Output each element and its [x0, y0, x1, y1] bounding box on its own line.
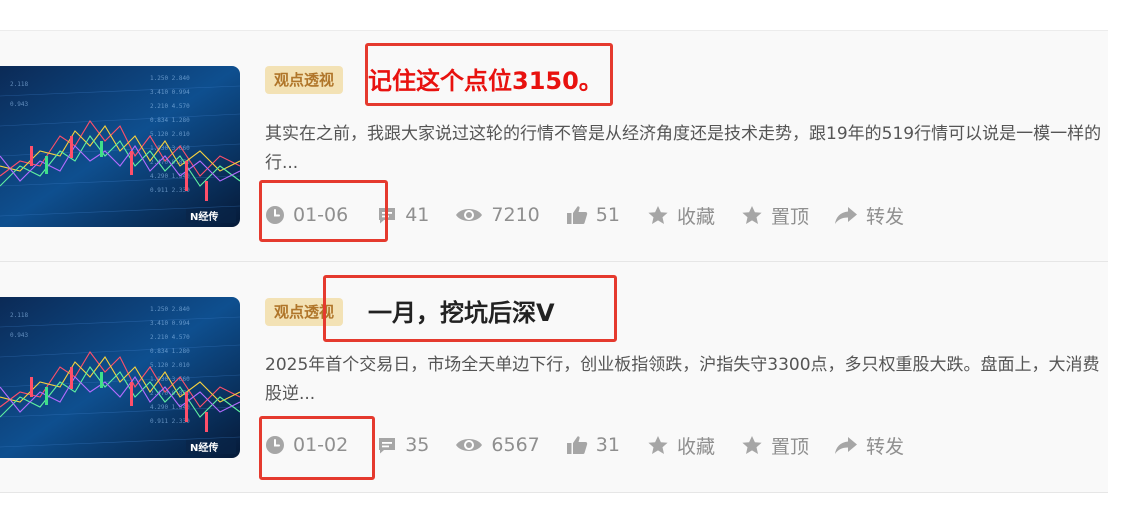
svg-text:3.410 0.994: 3.410 0.994: [150, 320, 190, 327]
svg-text:2.210 4.570: 2.210 4.570: [150, 103, 190, 110]
pin-button[interactable]: 置顶: [741, 432, 809, 459]
article-card[interactable]: 1.250 2.840 3.410 0.994 2.210 4.570 0.83…: [0, 31, 1108, 262]
likes-meta[interactable]: 51: [566, 204, 620, 226]
svg-text:0.911 2.330: 0.911 2.330: [150, 418, 190, 425]
article-summary: 其实在之前，我跟大家说过这轮的行情不管是从经济角度还是技术走势，跟19年的519…: [265, 124, 1102, 173]
favorite-button[interactable]: 收藏: [647, 432, 715, 459]
favorite-label: 收藏: [676, 435, 715, 458]
view-count: 7210: [491, 204, 540, 226]
views-meta: 6567: [455, 434, 540, 456]
svg-text:0.834 1.280: 0.834 1.280: [150, 117, 190, 124]
article-list-page: 1.250 2.840 3.410 0.994 2.210 4.570 0.83…: [0, 0, 1133, 506]
share-button[interactable]: 转发: [834, 202, 904, 229]
svg-text:2.210 4.570: 2.210 4.570: [150, 334, 190, 341]
share-label: 转发: [865, 205, 904, 228]
share-button[interactable]: 转发: [834, 432, 904, 459]
favorite-label: 收藏: [676, 205, 715, 228]
comments-meta[interactable]: 35: [377, 434, 429, 456]
date-text: 01-02: [293, 434, 349, 456]
clock-icon: [266, 436, 284, 454]
share-arrow-icon: [834, 207, 857, 224]
svg-text:4.290 1.540: 4.290 1.540: [150, 404, 190, 411]
pin-label: 置顶: [770, 435, 809, 458]
thumbs-up-icon: [566, 436, 587, 454]
star-icon: [742, 436, 762, 454]
stock-chart-image: 1.250 2.840 3.410 0.994 2.210 4.570 0.83…: [0, 66, 240, 227]
likes-meta[interactable]: 31: [566, 434, 620, 456]
like-count: 51: [595, 204, 620, 226]
svg-text:0.943: 0.943: [10, 332, 28, 339]
category-tag[interactable]: 观点透视: [265, 298, 344, 326]
article-thumbnail[interactable]: 1.250 2.840 3.410 0.994 2.210 4.570 0.83…: [0, 297, 240, 458]
svg-text:3.410 0.994: 3.410 0.994: [150, 89, 190, 96]
svg-text:2.118: 2.118: [10, 312, 28, 319]
watermark-logo: N经传: [186, 209, 236, 223]
article-title[interactable]: 一月，挖坑后深V: [368, 298, 555, 328]
clock-icon: [266, 206, 284, 224]
svg-text:0.943: 0.943: [10, 101, 28, 108]
views-meta: 7210: [455, 204, 540, 226]
article-thumbnail[interactable]: 1.250 2.840 3.410 0.994 2.210 4.570 0.83…: [0, 66, 240, 227]
article-title[interactable]: 记住这个点位3150。: [368, 66, 603, 96]
comment-icon: [379, 438, 396, 454]
date-text: 01-06: [293, 204, 349, 226]
svg-text:1.250 2.840: 1.250 2.840: [150, 75, 190, 82]
category-tag[interactable]: 观点透视: [265, 66, 344, 94]
article-meta: 01-06 41 7210 51 收藏 置顶 转发: [265, 200, 904, 230]
comments-meta[interactable]: 41: [377, 204, 429, 226]
date-meta: 01-02: [265, 434, 348, 456]
stock-chart-image: 1.250 2.840 3.410 0.994 2.210 4.570 0.83…: [0, 297, 240, 458]
article-card[interactable]: 1.250 2.840 3.410 0.994 2.210 4.570 0.83…: [0, 262, 1108, 493]
article-summary: 2025年首个交易日，市场全天单边下行，创业板指领跌，沪指失守3300点，多只权…: [265, 355, 1100, 404]
share-label: 转发: [865, 435, 904, 458]
eye-icon: [456, 209, 483, 221]
comment-icon: [379, 208, 396, 224]
svg-text:1.250 2.840: 1.250 2.840: [150, 306, 190, 313]
svg-text:4.290 1.540: 4.290 1.540: [150, 173, 190, 180]
svg-text:0.834 1.280: 0.834 1.280: [150, 348, 190, 355]
favorite-button[interactable]: 收藏: [647, 202, 715, 229]
svg-text:5.120 2.010: 5.120 2.010: [150, 131, 190, 138]
like-count: 31: [595, 434, 620, 456]
svg-text:N经传: N经传: [190, 441, 218, 454]
svg-text:5.120 2.010: 5.120 2.010: [150, 362, 190, 369]
svg-text:2.118: 2.118: [10, 81, 28, 88]
star-icon: [742, 206, 762, 224]
pin-button[interactable]: 置顶: [741, 202, 809, 229]
star-icon: [648, 436, 668, 454]
star-icon: [648, 206, 668, 224]
date-meta: 01-06: [265, 204, 348, 226]
svg-text:N经传: N经传: [190, 210, 218, 223]
svg-text:0.911 2.330: 0.911 2.330: [150, 187, 190, 194]
watermark-logo: N经传: [186, 440, 236, 454]
view-count: 6567: [491, 434, 540, 456]
thumbs-up-icon: [566, 206, 587, 224]
comment-count: 41: [405, 204, 430, 226]
article-meta: 01-02 35 6567 31 收藏 置顶 转发: [265, 430, 904, 460]
eye-icon: [456, 439, 483, 451]
share-arrow-icon: [834, 437, 857, 454]
comment-count: 35: [405, 434, 430, 456]
pin-label: 置顶: [770, 205, 809, 228]
